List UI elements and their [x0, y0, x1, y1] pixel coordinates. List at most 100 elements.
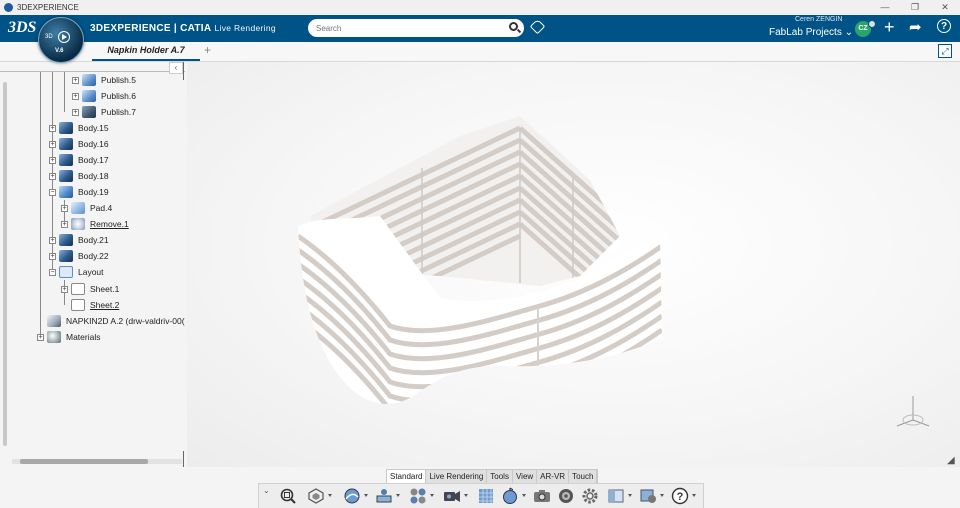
- sheet-icon: [71, 283, 85, 295]
- tree-item-body-15[interactable]: + Body.15: [49, 121, 109, 135]
- help-icon[interactable]: ?: [671, 487, 696, 505]
- search-box[interactable]: [308, 19, 524, 37]
- tree-item-remove-1[interactable]: + Remove.1: [61, 217, 129, 231]
- expand-icon[interactable]: +: [61, 285, 68, 293]
- minimize-button[interactable]: —: [870, 0, 900, 15]
- collapse-tree-button[interactable]: ‹: [169, 62, 183, 74]
- tree-item-label: Body.16: [78, 139, 109, 149]
- expand-icon[interactable]: +: [61, 220, 68, 228]
- collapse-icon[interactable]: −: [49, 188, 56, 196]
- body-icon: [59, 234, 73, 246]
- expand-icon[interactable]: +: [72, 76, 79, 84]
- resize-corner-icon[interactable]: ◢: [947, 455, 955, 466]
- tree-item-pad-4[interactable]: + Pad.4: [61, 201, 112, 215]
- light-icon[interactable]: [375, 487, 400, 505]
- material-icon[interactable]: [409, 487, 434, 505]
- add-icon[interactable]: +: [884, 17, 895, 37]
- tab-standard[interactable]: Standard: [387, 470, 427, 483]
- tree-item-sheet-1[interactable]: + Sheet.1: [61, 282, 119, 296]
- user-name: Ceren ZENGIN: [795, 16, 843, 23]
- tab-live-rendering[interactable]: Live Rendering: [426, 470, 488, 483]
- expand-icon[interactable]: ⤢: [938, 44, 952, 58]
- axis-triad-icon[interactable]: [893, 392, 933, 432]
- dassault-logo[interactable]: 3DS: [8, 19, 36, 37]
- tree-item-label: Body.17: [78, 155, 109, 165]
- tree-item-body-19[interactable]: − Body.19: [49, 185, 109, 199]
- collapse-icon[interactable]: −: [49, 268, 56, 276]
- compass-widget[interactable]: 3D V.6: [38, 17, 84, 63]
- layout-icon[interactable]: [607, 487, 632, 505]
- tab-napkin-holder[interactable]: Napkin Holder A.7: [92, 42, 200, 61]
- tree-item-body-22[interactable]: + Body.22: [49, 249, 109, 263]
- body-icon: [59, 122, 73, 134]
- chevron-down-icon[interactable]: ⌄: [263, 486, 271, 495]
- expand-icon[interactable]: +: [61, 204, 68, 212]
- tree-border: [183, 451, 184, 467]
- window-title: 3DEXPERIENCE: [17, 3, 79, 12]
- add-tab-button[interactable]: +: [204, 42, 211, 59]
- publish-icon: [82, 90, 96, 102]
- tree-item-publish-6[interactable]: + Publish.6: [72, 89, 136, 103]
- expand-icon[interactable]: +: [49, 172, 56, 180]
- tab-touch[interactable]: Touch: [569, 470, 598, 483]
- expand-icon[interactable]: +: [49, 252, 56, 260]
- publish-dark-icon: [82, 106, 96, 118]
- animation-icon[interactable]: [501, 487, 526, 505]
- render-style-icon[interactable]: [307, 487, 332, 505]
- expand-icon[interactable]: +: [37, 333, 44, 341]
- tree-item-label: Body.15: [78, 123, 109, 133]
- tree-item-body-21[interactable]: + Body.21: [49, 233, 109, 247]
- compass-3d-label: 3D: [45, 34, 53, 40]
- scrollbar-thumb[interactable]: [20, 459, 148, 464]
- tree-item-materials[interactable]: + Materials: [37, 330, 100, 344]
- publish-icon: [82, 74, 96, 86]
- camera-icon[interactable]: [443, 487, 468, 505]
- help-icon[interactable]: ?: [937, 19, 951, 33]
- play-icon[interactable]: [58, 31, 70, 43]
- tree-item-publish-5[interactable]: + Publish.5: [72, 73, 136, 87]
- expand-icon[interactable]: +: [49, 156, 56, 164]
- body-open-icon: [59, 186, 73, 198]
- app-brand: 3DEXPERIENCE | CATIA Live Rendering: [90, 23, 276, 34]
- render-icon[interactable]: [557, 487, 575, 505]
- document-tabbar: Napkin Holder A.7 +: [0, 42, 960, 62]
- expand-icon[interactable]: +: [49, 236, 56, 244]
- tree-item-publish-7[interactable]: + Publish.7: [72, 105, 136, 119]
- expand-icon[interactable]: +: [72, 108, 79, 116]
- settings-icon[interactable]: [581, 487, 599, 505]
- tab-ar-vr[interactable]: AR-VR: [537, 470, 570, 483]
- tree-item-label: NAPKIN2D A.2 (drw-valdriv-00(: [66, 316, 185, 326]
- expand-icon[interactable]: +: [72, 92, 79, 100]
- search-input[interactable]: [316, 21, 496, 35]
- options-icon[interactable]: [639, 487, 664, 505]
- search-icon[interactable]: [509, 22, 518, 31]
- materials-icon: [47, 331, 61, 343]
- close-button[interactable]: ✕: [930, 0, 960, 15]
- napkin-holder-model[interactable]: [290, 108, 670, 408]
- tree-item-label: Remove.1: [90, 219, 129, 229]
- tree-item-body-16[interactable]: + Body.16: [49, 137, 109, 151]
- ambiance-icon[interactable]: [343, 487, 368, 505]
- tree-vertical-scrollbar[interactable]: [3, 82, 7, 446]
- tree-border: [183, 62, 184, 80]
- layout-icon: [59, 266, 73, 278]
- tab-view[interactable]: View: [513, 470, 538, 483]
- tree-item-body-18[interactable]: + Body.18: [49, 169, 109, 183]
- expand-icon[interactable]: +: [49, 124, 56, 132]
- capture-icon[interactable]: [533, 487, 551, 505]
- tree-item-drawing[interactable]: NAPKIN2D A.2 (drw-valdriv-00(: [47, 314, 185, 328]
- tree-item-label: Publish.6: [101, 91, 136, 101]
- share-icon[interactable]: ➦: [909, 18, 922, 38]
- zoom-fit-icon[interactable]: [279, 487, 297, 505]
- floor-icon[interactable]: [477, 487, 495, 505]
- tree-item-label: Body.18: [78, 171, 109, 181]
- tree-item-layout[interactable]: − Layout: [49, 265, 104, 279]
- tab-tools[interactable]: Tools: [487, 470, 513, 483]
- expand-icon[interactable]: +: [49, 140, 56, 148]
- tree-item-label: Materials: [66, 332, 101, 342]
- workspace-selector[interactable]: FabLab Projects ⌄: [769, 27, 853, 38]
- tree-item-sheet-2[interactable]: Sheet.2: [71, 298, 119, 312]
- restore-button[interactable]: ❐: [900, 0, 930, 15]
- tree-item-label: Sheet.1: [90, 284, 120, 294]
- tree-item-body-17[interactable]: + Body.17: [49, 153, 109, 167]
